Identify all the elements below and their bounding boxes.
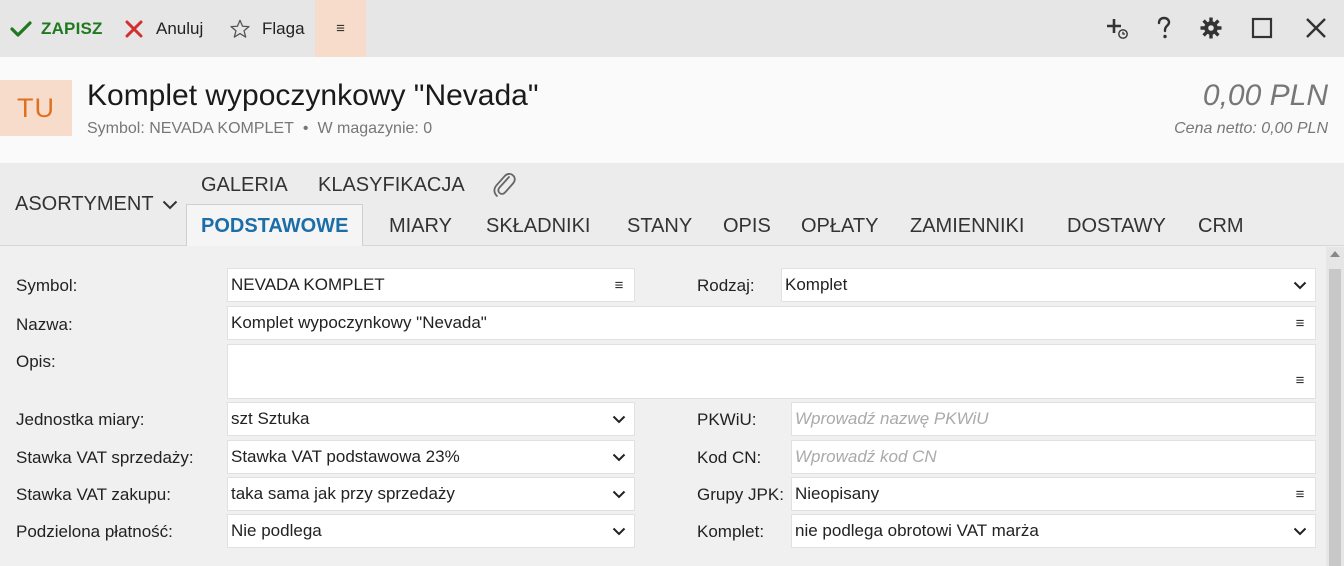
add-linked-icon[interactable]: [1103, 14, 1131, 42]
toolbar: ZAPISZ Anuluj Flaga ≡: [0, 0, 1344, 57]
podzielona-select[interactable]: Nie podlega: [227, 514, 635, 548]
opis-field[interactable]: ≡: [227, 344, 1316, 399]
komplet-value: nie podlega obrotowi VAT marża: [795, 521, 1039, 540]
opis-label: Opis:: [16, 352, 56, 371]
symbol-label: Symbol:: [16, 276, 78, 295]
asortyment-dropdown[interactable]: ASORTYMENT: [15, 193, 178, 216]
close-x-icon: [125, 20, 143, 37]
save-label: ZAPISZ: [41, 18, 103, 38]
pkwiu-label: PKWiU:: [697, 410, 757, 429]
pkwiu-input[interactable]: Wprowadź nazwę PKWiU: [791, 402, 1316, 436]
kod-cn-input[interactable]: Wprowadź kod CN: [791, 440, 1316, 474]
tab-miary[interactable]: MIARY: [389, 215, 452, 238]
avatar: TU: [0, 80, 72, 136]
chevron-down-icon: [604, 415, 634, 424]
nazwa-value: Komplet wypoczynkowy "Nevada": [231, 313, 487, 332]
form-panel: Symbol: Nazwa: Opis: Jednostka miary: St…: [0, 247, 1326, 566]
tab-klasyfikacja[interactable]: KLASYFIKACJA: [318, 174, 465, 197]
komplet-select[interactable]: nie podlega obrotowi VAT marża: [791, 514, 1316, 548]
help-icon[interactable]: [1150, 14, 1178, 42]
podzielona-label: Podzielona płatność:: [16, 522, 173, 541]
record-subline: Symbol: NEVADA KOMPLET • W magazynie: 0: [87, 120, 432, 138]
symbol-value: NEVADA KOMPLET: [231, 275, 385, 294]
hamburger-icon: ≡: [336, 20, 345, 37]
pkwiu-placeholder: Wprowadź nazwę PKWiU: [795, 409, 989, 428]
tab-skladniki[interactable]: SKŁADNIKI: [486, 215, 590, 238]
tab-zamienniki[interactable]: ZAMIENNIKI: [910, 215, 1024, 238]
grupy-jpk-value: Nieopisany: [795, 484, 880, 503]
komplet-label: Komplet:: [697, 522, 765, 541]
rodzaj-value: Komplet: [785, 275, 848, 294]
symbol-info: Symbol: NEVADA KOMPLET: [87, 120, 294, 137]
menu-button[interactable]: ≡: [315, 0, 366, 57]
checkmark-icon: [10, 20, 32, 37]
vat-sprzedazy-label: Stawka VAT sprzedaży:: [16, 448, 194, 467]
grupy-jpk-label: Grupy JPK:: [697, 485, 784, 504]
symbol-field[interactable]: NEVADA KOMPLET ≡: [227, 268, 635, 302]
grupy-jpk-field[interactable]: Nieopisany ≡: [791, 477, 1316, 511]
vat-zakupu-select[interactable]: taka sama jak przy sprzedaży: [227, 477, 635, 511]
flag-button[interactable]: Flaga: [229, 0, 305, 57]
jednostka-value: szt Sztuka: [231, 409, 310, 428]
price-value: 0,00 PLN: [1202, 79, 1328, 112]
cancel-label: Anuluj: [156, 18, 204, 38]
scrollbar-thumb[interactable]: [1329, 269, 1341, 566]
page-title: Komplet wypoczynkowy "Nevada": [87, 79, 539, 112]
tab-opis[interactable]: OPIS: [723, 215, 771, 238]
attachment-icon[interactable]: [491, 171, 517, 204]
chevron-down-icon: [604, 527, 634, 536]
list-menu-icon[interactable]: ≡: [1285, 486, 1315, 503]
rodzaj-select[interactable]: Komplet: [781, 268, 1316, 302]
stock-info: W magazynie: 0: [317, 120, 433, 137]
vat-zakupu-value: taka sama jak przy sprzedaży: [231, 484, 455, 503]
flag-label: Flaga: [262, 18, 305, 38]
podzielona-value: Nie podlega: [231, 521, 322, 540]
price-net: Cena netto: 0,00 PLN: [1174, 120, 1328, 137]
save-button[interactable]: ZAPISZ: [10, 0, 103, 57]
tab-galeria[interactable]: GALERIA: [201, 174, 288, 197]
chevron-down-icon: [1285, 281, 1315, 290]
tab-crm[interactable]: CRM: [1198, 215, 1244, 238]
scroll-up-arrow-icon[interactable]: [1330, 251, 1340, 257]
list-menu-icon[interactable]: ≡: [1285, 372, 1315, 389]
jednostka-label: Jednostka miary:: [16, 410, 145, 429]
nazwa-field[interactable]: Komplet wypoczynkowy "Nevada" ≡: [227, 306, 1316, 340]
asortyment-label: ASORTYMENT: [15, 193, 154, 215]
jednostka-select[interactable]: szt Sztuka: [227, 402, 635, 436]
separator-dot: •: [302, 120, 309, 137]
maximize-icon[interactable]: [1248, 14, 1276, 42]
tab-bar: ASORTYMENT GALERIA KLASYFIKACJA PODSTAWO…: [0, 163, 1344, 246]
tab-podstawowe[interactable]: PODSTAWOWE: [186, 204, 364, 246]
rodzaj-label: Rodzaj:: [697, 276, 755, 295]
chevron-down-icon: [162, 200, 177, 209]
close-icon[interactable]: [1302, 14, 1330, 42]
kod-cn-placeholder: Wprowadź kod CN: [795, 447, 937, 466]
vat-sprzedazy-value: Stawka VAT podstawowa 23%: [231, 447, 460, 466]
cancel-button[interactable]: Anuluj: [124, 0, 203, 57]
list-menu-icon[interactable]: ≡: [604, 277, 634, 294]
record-header: TU Komplet wypoczynkowy "Nevada" Symbol:…: [0, 57, 1344, 163]
settings-icon[interactable]: [1197, 14, 1225, 42]
chevron-down-icon: [1285, 527, 1315, 536]
vat-zakupu-label: Stawka VAT zakupu:: [16, 485, 171, 504]
nazwa-label: Nazwa:: [16, 315, 73, 334]
kod-cn-label: Kod CN:: [697, 448, 762, 467]
tab-oplaty[interactable]: OPŁATY: [801, 215, 878, 238]
star-icon: [230, 19, 250, 38]
tab-stany[interactable]: STANY: [627, 215, 692, 238]
tab-dostawy[interactable]: DOSTAWY: [1067, 215, 1166, 238]
chevron-down-icon: [604, 490, 634, 499]
vat-sprzedazy-select[interactable]: Stawka VAT podstawowa 23%: [227, 440, 635, 474]
list-menu-icon[interactable]: ≡: [1285, 315, 1315, 332]
chevron-down-icon: [604, 453, 634, 462]
